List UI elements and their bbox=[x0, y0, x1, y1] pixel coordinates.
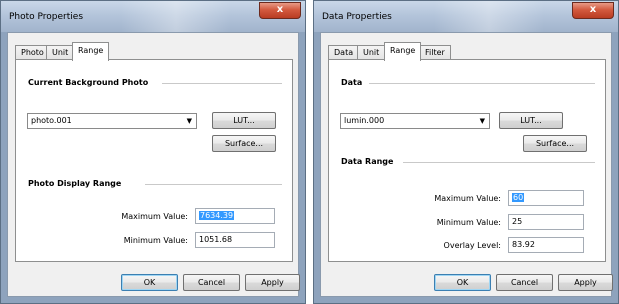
maximum-value-label: Maximum Value: bbox=[434, 194, 501, 203]
maximum-value-text: 60 bbox=[512, 193, 525, 202]
data-properties-dialog: Data Properties x Data Unit Range Filter… bbox=[313, 0, 619, 304]
cancel-button[interactable]: Cancel bbox=[183, 274, 240, 291]
ok-button[interactable]: OK bbox=[121, 274, 178, 291]
section-separator bbox=[403, 162, 595, 163]
surface-button[interactable]: Surface... bbox=[523, 135, 587, 152]
section-separator bbox=[162, 83, 282, 84]
tab-label: Range bbox=[78, 46, 104, 55]
tab-range[interactable]: Range bbox=[384, 42, 422, 61]
minimum-value-text: 25 bbox=[512, 217, 523, 226]
lut-button[interactable]: LUT... bbox=[499, 112, 563, 129]
tab-label: Filter bbox=[425, 48, 445, 57]
section-title-display-range: Photo Display Range bbox=[28, 179, 122, 188]
section-title-data: Data bbox=[341, 78, 363, 87]
cancel-button[interactable]: Cancel bbox=[496, 274, 553, 291]
ok-button[interactable]: OK bbox=[434, 274, 491, 291]
minimum-value-field[interactable]: 1051.68 bbox=[195, 232, 275, 248]
close-button[interactable]: x bbox=[572, 2, 614, 19]
data-select[interactable]: lumin.000 ▼ bbox=[340, 113, 490, 129]
tab-label: Unit bbox=[363, 48, 380, 57]
title-bar[interactable]: Data Properties x bbox=[314, 1, 618, 32]
minimum-value-field[interactable]: 25 bbox=[508, 214, 584, 230]
lut-button[interactable]: LUT... bbox=[212, 112, 276, 129]
section-separator bbox=[145, 184, 282, 185]
photo-select-value: photo.001 bbox=[31, 116, 72, 125]
title-bar-glass bbox=[434, 1, 544, 32]
tab-label: Photo bbox=[21, 48, 44, 57]
apply-button[interactable]: Apply bbox=[558, 274, 613, 291]
minimum-value-text: 1051.68 bbox=[199, 235, 233, 244]
dialog-title: Photo Properties bbox=[9, 12, 84, 22]
photo-select[interactable]: photo.001 ▼ bbox=[27, 113, 197, 129]
section-title-background-photo: Current Background Photo bbox=[28, 78, 149, 87]
tab-unit[interactable]: Unit bbox=[357, 45, 386, 60]
maximum-value-label: Maximum Value: bbox=[121, 212, 188, 221]
section-title-data-range: Data Range bbox=[341, 157, 394, 166]
title-bar[interactable]: Photo Properties x bbox=[1, 1, 305, 32]
tab-range[interactable]: Range bbox=[72, 42, 110, 61]
chevron-down-icon: ▼ bbox=[479, 117, 485, 125]
dialog-title: Data Properties bbox=[322, 12, 392, 22]
tab-label: Unit bbox=[52, 48, 69, 57]
minimum-value-label: Minimum Value: bbox=[123, 236, 188, 245]
minimum-value-label: Minimum Value: bbox=[436, 218, 501, 227]
section-separator bbox=[369, 83, 595, 84]
tab-label: Data bbox=[334, 48, 354, 57]
tab-label: Range bbox=[390, 46, 416, 55]
range-tab-panel: Current Background Photo photo.001 ▼ LUT… bbox=[15, 59, 293, 262]
apply-button[interactable]: Apply bbox=[245, 274, 300, 291]
tab-data[interactable]: Data bbox=[328, 45, 360, 60]
maximum-value-field[interactable]: 60 bbox=[508, 190, 584, 206]
close-icon: x bbox=[589, 4, 597, 15]
close-button[interactable]: x bbox=[259, 2, 301, 19]
dialog-client-area: Photo Unit Range Current Background Phot… bbox=[7, 32, 300, 297]
dialog-client-area: Data Unit Range Filter Data lumin.000 ▼ … bbox=[320, 32, 613, 297]
tab-filter[interactable]: Filter bbox=[419, 45, 451, 60]
data-select-value: lumin.000 bbox=[344, 116, 385, 125]
tab-unit[interactable]: Unit bbox=[46, 45, 75, 60]
range-tab-panel: Data lumin.000 ▼ LUT... Surface... Data … bbox=[328, 59, 606, 262]
tab-photo[interactable]: Photo bbox=[15, 45, 50, 60]
maximum-value-text: 7634.39 bbox=[199, 211, 235, 220]
photo-properties-dialog: Photo Properties x Photo Unit Range Curr… bbox=[0, 0, 306, 304]
title-bar-glass bbox=[121, 1, 231, 32]
overlay-level-text: 83.92 bbox=[512, 240, 535, 249]
close-icon: x bbox=[276, 4, 284, 15]
maximum-value-field[interactable]: 7634.39 bbox=[195, 208, 275, 224]
chevron-down-icon: ▼ bbox=[186, 117, 192, 125]
surface-button[interactable]: Surface... bbox=[212, 135, 276, 152]
overlay-level-label: Overlay Level: bbox=[443, 241, 501, 250]
overlay-level-field[interactable]: 83.92 bbox=[508, 237, 584, 253]
